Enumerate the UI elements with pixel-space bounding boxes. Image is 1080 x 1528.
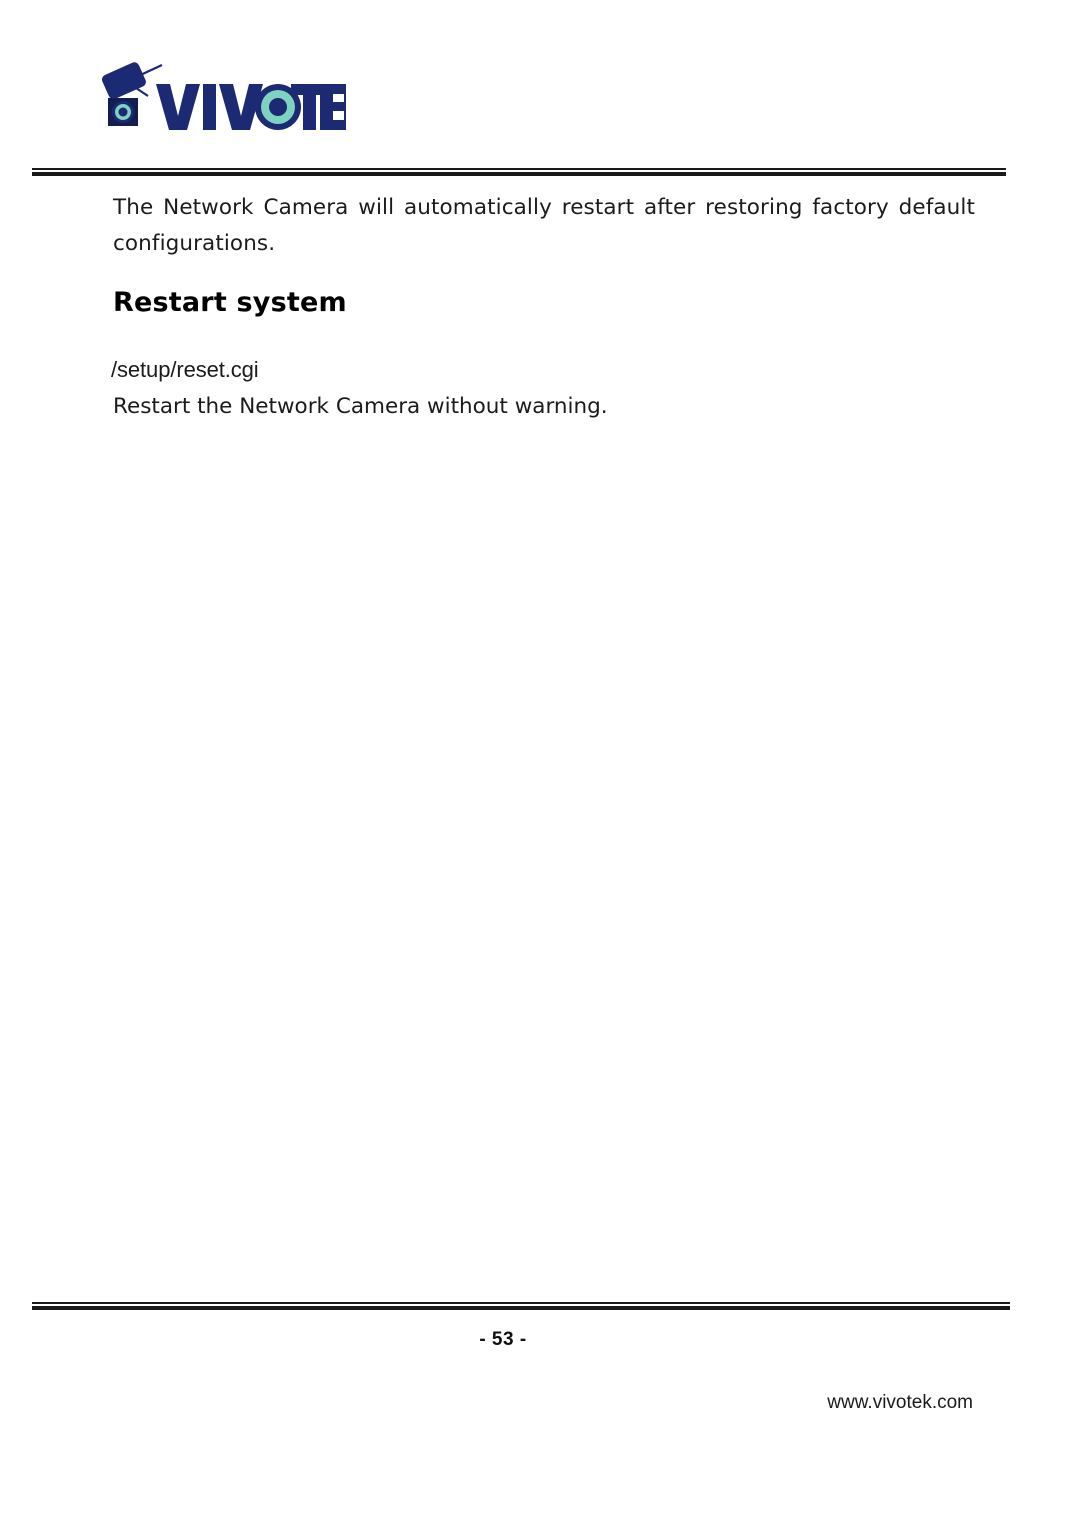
footer-divider-rule (32, 1302, 1010, 1311)
header-rule-thick (32, 172, 1006, 176)
vivotek-camera-logo-icon (96, 58, 346, 138)
page-number: - 53 - (479, 1329, 527, 1350)
section-heading-restart-system: Restart system (113, 287, 347, 318)
intro-paragraph: The Network Camera will automatically re… (113, 195, 975, 256)
footer-website-url: www.vivotek.com (827, 1392, 973, 1413)
page-header (0, 0, 1080, 185)
footer-rule-thick (32, 1306, 1010, 1310)
cgi-description-text: Restart the Network Camera without warni… (113, 394, 608, 419)
document-page: The Network Camera will automatically re… (0, 0, 1080, 1528)
cgi-path-text: /setup/reset.cgi (111, 357, 259, 382)
page-content: The Network Camera will automatically re… (113, 190, 975, 298)
header-divider-rule (32, 168, 1006, 177)
section-heading-wrapper: Restart system (113, 287, 347, 318)
